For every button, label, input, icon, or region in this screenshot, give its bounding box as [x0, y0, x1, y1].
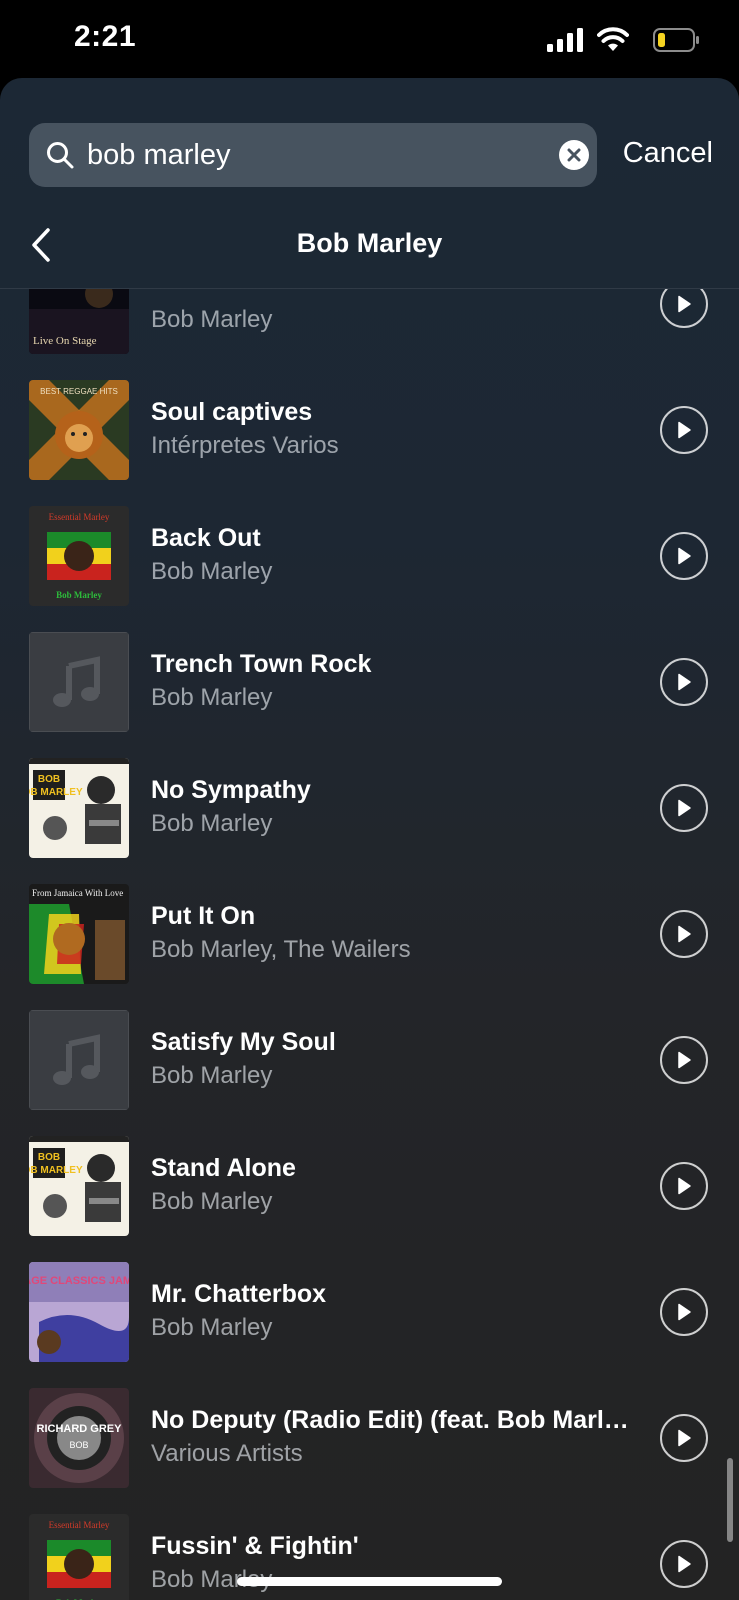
track-title: Fussin' & Fightin': [151, 1532, 359, 1560]
lion-best-reggae-hits-cover: BEST REGGAE HITS: [29, 380, 129, 480]
play-button[interactable]: [660, 1036, 708, 1084]
play-icon: [678, 1555, 691, 1573]
track-artist: Intérpretes Varios: [151, 432, 339, 459]
track-title: No Deputy (Radio Edit) (feat. Bob Marley…: [151, 1406, 631, 1434]
search-row: Cancel: [0, 123, 739, 187]
play-button[interactable]: [660, 784, 708, 832]
svg-text:VINTAGE CLASSICS JAMAICA: VINTAGE CLASSICS JAMAICA: [29, 1275, 129, 1287]
richard-grey-cover: RICHARD GREY BOB: [29, 1388, 129, 1488]
track-row[interactable]: Satisfy My Soul Bob Marley: [0, 997, 739, 1123]
svg-text:BOB MARLEY: BOB MARLEY: [29, 1165, 83, 1176]
status-icons: [539, 26, 699, 52]
play-button[interactable]: [660, 658, 708, 706]
play-button[interactable]: [660, 406, 708, 454]
essential-marley-cover: Essential Marley Bob Marley: [29, 1514, 129, 1600]
track-artist: Bob Marley: [151, 1314, 273, 1341]
track-row[interactable]: BEST REGGAE HITS Soul captives Intérpret…: [0, 367, 739, 493]
play-button[interactable]: [660, 532, 708, 580]
from-jamaica-with-love-cover: From Jamaica With Love: [29, 884, 129, 984]
status-bar: 2:21: [0, 0, 739, 78]
track-artist: Bob Marley: [151, 558, 273, 585]
play-icon: [678, 925, 691, 943]
header-bar: Bob Marley: [0, 208, 739, 289]
track-title: No Sympathy: [151, 776, 311, 804]
battery-icon: [653, 28, 699, 52]
svg-text:Essential Marley: Essential Marley: [49, 512, 110, 522]
clear-search-button[interactable]: [559, 140, 589, 170]
track-artist: Bob Marley: [151, 1188, 273, 1215]
play-button[interactable]: [660, 289, 708, 328]
scrollbar[interactable]: [727, 1458, 733, 1542]
track-row[interactable]: RICHARD GREY BOB No Deputy (Radio Edit) …: [0, 1375, 739, 1501]
track-title: Mr. Chatterbox: [151, 1280, 327, 1308]
track-row[interactable]: From Jamaica With Love Put It On Bob Mar…: [0, 871, 739, 997]
music-search-sheet: Cancel Bob Marley Live On Stage Bob Marl…: [0, 78, 739, 1600]
search-field[interactable]: [29, 123, 597, 187]
svg-text:BEST REGGAE HITS: BEST REGGAE HITS: [40, 387, 118, 396]
svg-text:Bob Marley: Bob Marley: [56, 590, 102, 600]
wifi-icon: [597, 27, 629, 51]
bob-marley-portrait-cover: BOB BOB MARLEY: [29, 758, 129, 858]
home-indicator[interactable]: [237, 1577, 502, 1586]
play-icon: [678, 1303, 691, 1321]
play-icon: [678, 1051, 691, 1069]
play-button[interactable]: [660, 1540, 708, 1588]
svg-text:BOB: BOB: [69, 1440, 88, 1450]
play-icon: [678, 799, 691, 817]
music-note-placeholder-icon: [29, 632, 129, 732]
essential-marley-cover: Essential Marley Bob Marley: [29, 506, 129, 606]
track-title: Soul captives: [151, 398, 313, 426]
track-artist: Bob Marley: [151, 306, 273, 333]
vintage-classics-jamaica-cover: VINTAGE CLASSICS JAMAICA: [29, 1262, 129, 1362]
play-button[interactable]: [660, 1162, 708, 1210]
bob-marley-portrait-cover: BOB BOB MARLEY: [29, 1136, 129, 1236]
status-time: 2:21: [74, 20, 137, 53]
cellular-signal-icon: [547, 28, 583, 52]
track-list-viewport[interactable]: Live On Stage Bob Marley BEST REGGAE HIT…: [0, 289, 739, 1600]
track-row[interactable]: Essential Marley Bob Marley Back Out Bob…: [0, 493, 739, 619]
svg-text:From Jamaica With Love: From Jamaica With Love: [32, 888, 123, 898]
svg-text:BOB: BOB: [38, 1152, 60, 1163]
play-icon: [678, 295, 691, 313]
play-button[interactable]: [660, 910, 708, 958]
track-row[interactable]: VINTAGE CLASSICS JAMAICA Mr. Chatterbox …: [0, 1249, 739, 1375]
track-title: Stand Alone: [151, 1154, 296, 1182]
play-button[interactable]: [660, 1288, 708, 1336]
live-on-stage-cover: Live On Stage: [29, 289, 129, 354]
track-row[interactable]: BOB BOB MARLEY No Sympathy Bob Marley: [0, 745, 739, 871]
track-artist: Bob Marley: [151, 810, 273, 837]
svg-text:RICHARD GREY: RICHARD GREY: [37, 1423, 123, 1435]
page-title: Bob Marley: [296, 228, 443, 258]
track-artist: Bob Marley: [151, 684, 273, 711]
track-artist: Bob Marley, The Wailers: [151, 936, 411, 963]
track-artist: Various Artists: [151, 1440, 303, 1467]
music-note-placeholder-icon: [29, 1010, 129, 1110]
cancel-button[interactable]: Cancel: [623, 137, 713, 170]
track-title: Back Out: [151, 524, 261, 552]
play-icon: [678, 673, 691, 691]
play-icon: [678, 1177, 691, 1195]
play-icon: [678, 421, 691, 439]
track-title: Put It On: [151, 902, 256, 930]
svg-text:BOB MARLEY: BOB MARLEY: [29, 787, 83, 798]
track-title: Satisfy My Soul: [151, 1028, 336, 1056]
svg-text:Live On Stage: Live On Stage: [33, 335, 97, 347]
track-artist: Bob Marley: [151, 1062, 273, 1089]
svg-text:BOB: BOB: [38, 774, 60, 785]
track-row[interactable]: Live On Stage Bob Marley: [0, 289, 739, 367]
track-row[interactable]: Trench Town Rock Bob Marley: [0, 619, 739, 745]
play-icon: [678, 1429, 691, 1447]
track-row[interactable]: BOB BOB MARLEY Stand Alone Bob Marley: [0, 1123, 739, 1249]
track-title: Trench Town Rock: [151, 650, 372, 678]
track-list: Live On Stage Bob Marley BEST REGGAE HIT…: [0, 289, 739, 1600]
search-icon: [47, 142, 74, 169]
close-icon: [567, 148, 581, 162]
search-input[interactable]: [87, 123, 527, 187]
svg-text:Essential Marley: Essential Marley: [49, 1520, 110, 1530]
play-icon: [678, 547, 691, 565]
play-button[interactable]: [660, 1414, 708, 1462]
